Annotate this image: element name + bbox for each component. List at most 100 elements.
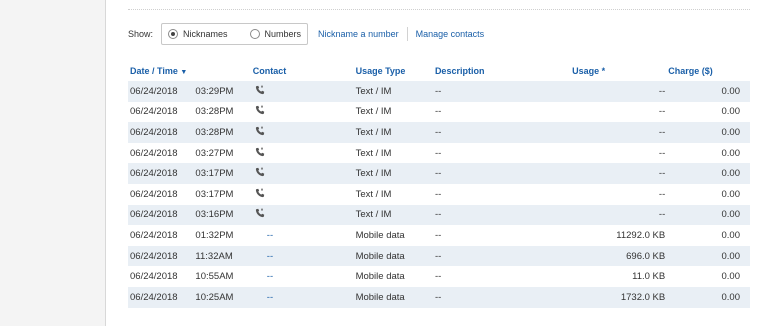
table-row: 06/24/2018 03:29PM Text / IM -- -- 0.00 <box>128 81 750 102</box>
phone-icon[interactable] <box>255 208 265 218</box>
time-cell: 10:55AM <box>195 271 234 283</box>
contact-cell <box>252 204 356 226</box>
contact-link[interactable]: -- <box>253 271 273 282</box>
time-cell: 11:32AM <box>195 245 253 267</box>
contact-link[interactable]: -- <box>253 230 273 241</box>
usage-cell: -- <box>572 204 669 226</box>
date-cell: 06/24/2018 <box>130 106 178 118</box>
contact-header[interactable]: Contact <box>253 61 356 81</box>
usage-type-cell: Mobile data <box>355 271 405 283</box>
date-cell: 06/24/2018 <box>130 188 178 200</box>
charge-cell: 0.00 <box>721 229 741 241</box>
contact-cell <box>252 81 356 102</box>
phone-icon[interactable] <box>255 126 265 136</box>
usage-type-cell: Mobile data <box>355 286 435 308</box>
time-cell: 03:16PM <box>195 204 253 226</box>
sort-caret-icon: ▼ <box>180 69 188 76</box>
charge-cell: 0.00 <box>721 188 741 200</box>
table-row: 06/24/2018 03:17PM Text / IM -- -- 0.00 <box>128 184 750 205</box>
usage-cell: 11.0 KB <box>632 271 666 283</box>
table-row: 06/24/2018 01:32PM -- Mobile data -- 11292.0 … <box>128 225 750 246</box>
description-cell: -- <box>434 229 442 241</box>
time-cell: 03:17PM <box>195 163 253 184</box>
partially-visible-row <box>128 314 750 326</box>
table-row: 06/24/2018 03:17PM Text / IM -- -- 0.00 <box>128 163 750 184</box>
time-cell: 03:28PM <box>195 122 253 143</box>
charge-cell: 0.00 <box>721 147 741 159</box>
usage-type-cell: Text / IM <box>355 106 392 118</box>
table-row: 06/24/2018 03:27PM Text / IM -- -- 0.00 <box>128 143 750 164</box>
description-cell: -- <box>434 204 573 226</box>
table-row: 06/24/2018 03:28PM Text / IM -- -- 0.00 <box>128 102 750 123</box>
date-cell: 06/24/2018 <box>128 81 196 102</box>
description-cell: -- <box>434 188 442 200</box>
contact-cell <box>253 102 356 123</box>
date-cell: 06/24/2018 <box>130 229 178 241</box>
charge-cell: 0.00 <box>668 245 750 267</box>
charge-cell: 0.00 <box>668 204 750 226</box>
numbers-option[interactable]: Numbers <box>249 29 302 39</box>
usage-type-cell: Mobile data <box>355 245 435 267</box>
usage-cell: -- <box>572 163 669 184</box>
description-header[interactable]: Description <box>435 61 572 81</box>
usage-cell: 696.0 KB <box>572 245 669 267</box>
time-cell: 03:17PM <box>195 188 234 200</box>
description-cell: -- <box>434 81 573 102</box>
nicknames-radio[interactable] <box>168 29 179 39</box>
usage-cell: -- <box>572 122 669 143</box>
date-cell: 06/24/2018 <box>128 245 196 267</box>
manage-contacts-link[interactable]: Manage contacts <box>416 29 485 39</box>
charge-cell: 0.00 <box>668 122 750 143</box>
nickname-a-number-link[interactable]: Nickname a number <box>318 29 399 39</box>
usage-type-header[interactable]: Usage Type <box>356 61 435 81</box>
table-row: 06/24/2018 03:28PM Text / IM -- -- 0.00 <box>128 122 750 143</box>
charge-cell: 0.00 <box>721 106 741 118</box>
time-cell: 10:25AM <box>195 286 253 308</box>
charge-cell: 0.00 <box>668 286 750 308</box>
contact-cell: -- <box>253 225 356 246</box>
phone-icon[interactable] <box>255 167 265 177</box>
table-row: 06/24/2018 11:32AM -- Mobile data -- 696.0 KB… <box>128 245 750 267</box>
date-time-header[interactable]: Date / Time ▼ <box>128 61 253 81</box>
usage-type-cell: Text / IM <box>355 122 435 143</box>
phone-icon[interactable] <box>255 105 265 115</box>
description-cell: -- <box>434 245 573 267</box>
usage-header[interactable]: Usage * <box>572 61 668 81</box>
usage-type-cell: Text / IM <box>355 147 392 159</box>
time-cell: 01:32PM <box>195 229 234 241</box>
date-cell: 06/24/2018 <box>130 271 178 283</box>
usage-cell: -- <box>658 147 666 159</box>
usage-type-cell: Text / IM <box>355 188 392 200</box>
phone-icon[interactable] <box>255 85 265 95</box>
phone-icon[interactable] <box>255 188 265 198</box>
charge-header[interactable]: Charge ($) <box>668 61 750 81</box>
usage-type-cell: Text / IM <box>355 81 435 102</box>
contact-link[interactable]: -- <box>253 292 273 303</box>
numbers-label: Numbers <box>264 29 302 39</box>
contact-cell <box>252 163 356 184</box>
table-header-row: Date / Time ▼ Contact Usage Type Descrip… <box>128 61 750 81</box>
usage-cell: -- <box>658 106 666 118</box>
contact-cell <box>253 143 356 164</box>
usage-type-cell: Text / IM <box>355 163 435 184</box>
contact-link[interactable]: -- <box>253 251 273 262</box>
time-cell: 03:28PM <box>195 106 234 118</box>
phone-icon[interactable] <box>255 147 265 157</box>
link-separator <box>406 27 408 41</box>
date-time-header-label: Date / Time <box>130 66 178 76</box>
description-cell: -- <box>434 163 573 184</box>
divider <box>128 9 750 10</box>
charge-cell: 0.00 <box>668 163 750 184</box>
usage-type-cell: Mobile data <box>355 229 405 241</box>
usage-type-cell: Text / IM <box>355 204 435 226</box>
time-cell: 03:29PM <box>195 81 253 102</box>
table-row: 06/24/2018 10:55AM -- Mobile data -- 11.0 KB 0… <box>128 266 750 287</box>
contact-cell: -- <box>252 245 356 267</box>
date-cell: 06/24/2018 <box>128 122 196 143</box>
nicknames-option[interactable]: Nicknames <box>168 29 228 39</box>
usage-cell: -- <box>658 188 666 200</box>
description-cell: -- <box>434 286 573 308</box>
numbers-radio[interactable] <box>249 29 260 39</box>
description-cell: -- <box>434 147 442 159</box>
usage-cell: -- <box>572 81 669 102</box>
